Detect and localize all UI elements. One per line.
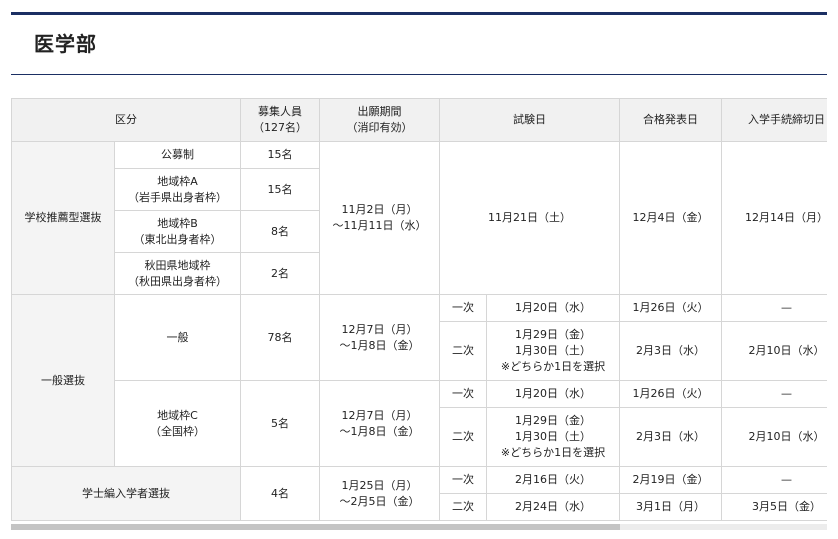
header-period: 出願期間 （消印有効） [319,98,440,142]
exam-date-cell: 11月21日（土） [439,141,620,295]
stage-label: 一次 [439,380,487,408]
period-end: ～1月8日（金） [339,338,420,352]
capacity-cell: 5名 [240,380,320,467]
period-end: ～2月5日（金） [339,494,420,508]
top-accent-rule [11,12,827,15]
category-school-recommendation: 学校推薦型選抜 [11,141,115,295]
subcategory-sub: （岩手県出身者枠） [128,190,227,204]
subcategory-name: 秋田県地域枠 [144,258,211,272]
application-period-cell: 12月7日（月） ～1月8日（金） [319,380,440,467]
table-row: 学士編入学者選抜 4名 1月25日（月） ～2月5日（金） 一次 2月16日（火… [11,466,827,521]
exam-date-option: 1月29日（金） [515,414,591,427]
capacity-cell: 78名 [240,294,320,381]
header-period-note: （消印有効） [346,121,413,134]
capacity-cell: 4名 [240,466,320,521]
header-deadline: 入学手続締切日 [721,98,827,142]
capacity-cell: 8名 [240,210,320,253]
period-start: 11月2日（月） [341,203,418,216]
exam-date-cell: 1月20日（水） [486,380,620,408]
category-transfer-selection: 学士編入学者選抜 [11,466,241,521]
stage-label: 二次 [439,407,487,467]
exam-date-note: ※どちらか1日を選択 [500,360,606,373]
deadline-cell: 3月5日（金） [721,493,827,521]
subcategory-sub: （東北出身者枠） [133,232,222,246]
exam-date-cell: 2月16日（火） [486,466,620,494]
horizontal-scrollbar-thumb[interactable] [11,524,620,530]
period-end: ～11月11日（水） [332,219,427,232]
application-period-cell: 1月25日（月） ～2月5日（金） [319,466,440,521]
exam-date-option: 1月30日（土） [515,344,591,357]
exam-date-cell: 1月29日（金） 1月30日（土） ※どちらか1日を選択 [486,321,620,381]
stage-label: 一次 [439,466,487,494]
period-start: 12月7日（月） [341,408,418,422]
application-period-cell: 11月2日（月） ～11月11日（水） [319,141,440,295]
subcategory-name: 地域枠B [157,216,198,230]
subcategory-cell: 一般 [114,294,241,381]
subcategory-cell: 地域枠B （東北出身者枠） [114,210,241,253]
result-date-cell: 1月26日（火） [619,294,722,322]
deadline-cell: — [721,294,827,322]
header-capacity: 募集人員 （127名） [240,98,320,142]
subcategory-name: 地域枠A [157,174,198,188]
table-row: 地域枠C （全国枠） 5名 12月7日（月） ～1月8日（金） 一次 1月20日… [12,380,827,467]
result-date-cell: 3月1日（月） [619,493,722,521]
exam-date-note: ※どちらか1日を選択 [500,446,606,459]
header-category: 区分 [11,98,241,142]
subcategory-sub: （全国枠） [150,424,205,438]
category-general-selection: 一般選抜 [11,294,115,467]
subcategory-cell: 地域枠A （岩手県出身者枠） [114,168,241,211]
result-date-cell: 2月19日（金） [619,466,722,494]
result-date-cell: 2月3日（水） [619,321,722,381]
page-title: 医学部 [34,32,97,56]
title-divider [11,74,827,75]
application-period-cell: 12月7日（月） ～1月8日（金） [319,294,440,381]
table-row: 一般選抜 一般 78名 12月7日（月） ～1月8日（金） 一次 1月20日（水… [11,294,827,467]
subcategory-sub: （秋田県出身者枠） [128,274,227,288]
capacity-cell: 2名 [240,252,320,295]
table-row: 学校推薦型選抜 公募制 15名 11月2日（月） ～11月11日（水） 11月2… [11,141,827,295]
deadline-cell: 12月14日（月） [721,141,827,295]
period-start: 1月25日（月） [341,478,418,492]
exam-date-option: 1月30日（土） [515,430,591,443]
deadline-cell: — [721,466,827,494]
stage-label: 二次 [439,493,487,521]
deadline-cell: 2月10日（水） [721,321,827,381]
subcategory-cell: 秋田県地域枠 （秋田県出身者枠） [114,252,241,295]
header-period-label: 出願期間 [357,105,402,118]
result-date-cell: 1月26日（火） [619,380,722,408]
exam-date-cell: 2月24日（水） [486,493,620,521]
schedule-table: 区分 募集人員 （127名） 出願期間 （消印有効） 試験日 合格発表日 入学手… [11,98,827,521]
period-start: 12月7日（月） [341,322,418,336]
exam-date-cell: 1月20日（水） [486,294,620,322]
header-capacity-total: （127名） [253,121,307,134]
schedule-table-container[interactable]: 区分 募集人員 （127名） 出願期間 （消印有効） 試験日 合格発表日 入学手… [11,98,827,524]
result-date-cell: 2月3日（水） [619,407,722,467]
header-capacity-label: 募集人員 [258,105,302,118]
deadline-cell: — [721,380,827,408]
subcategory-cell: 公募制 [114,141,241,169]
period-end: ～1月8日（金） [339,424,420,438]
result-date-cell: 12月4日（金） [619,141,722,295]
capacity-cell: 15名 [240,141,320,169]
table-header-row: 区分 募集人員 （127名） 出願期間 （消印有効） 試験日 合格発表日 入学手… [11,98,827,142]
header-exam-date: 試験日 [439,98,620,142]
capacity-cell: 15名 [240,168,320,211]
subcategory-cell: 地域枠C （全国枠） [114,380,241,467]
exam-date-cell: 1月29日（金） 1月30日（土） ※どちらか1日を選択 [486,407,620,467]
exam-date-option: 1月29日（金） [515,328,591,341]
subcategory-name: 地域枠C [157,408,198,422]
deadline-cell: 2月10日（水） [721,407,827,467]
header-result-date: 合格発表日 [619,98,722,142]
stage-label: 一次 [439,294,487,322]
stage-label: 二次 [439,321,487,381]
